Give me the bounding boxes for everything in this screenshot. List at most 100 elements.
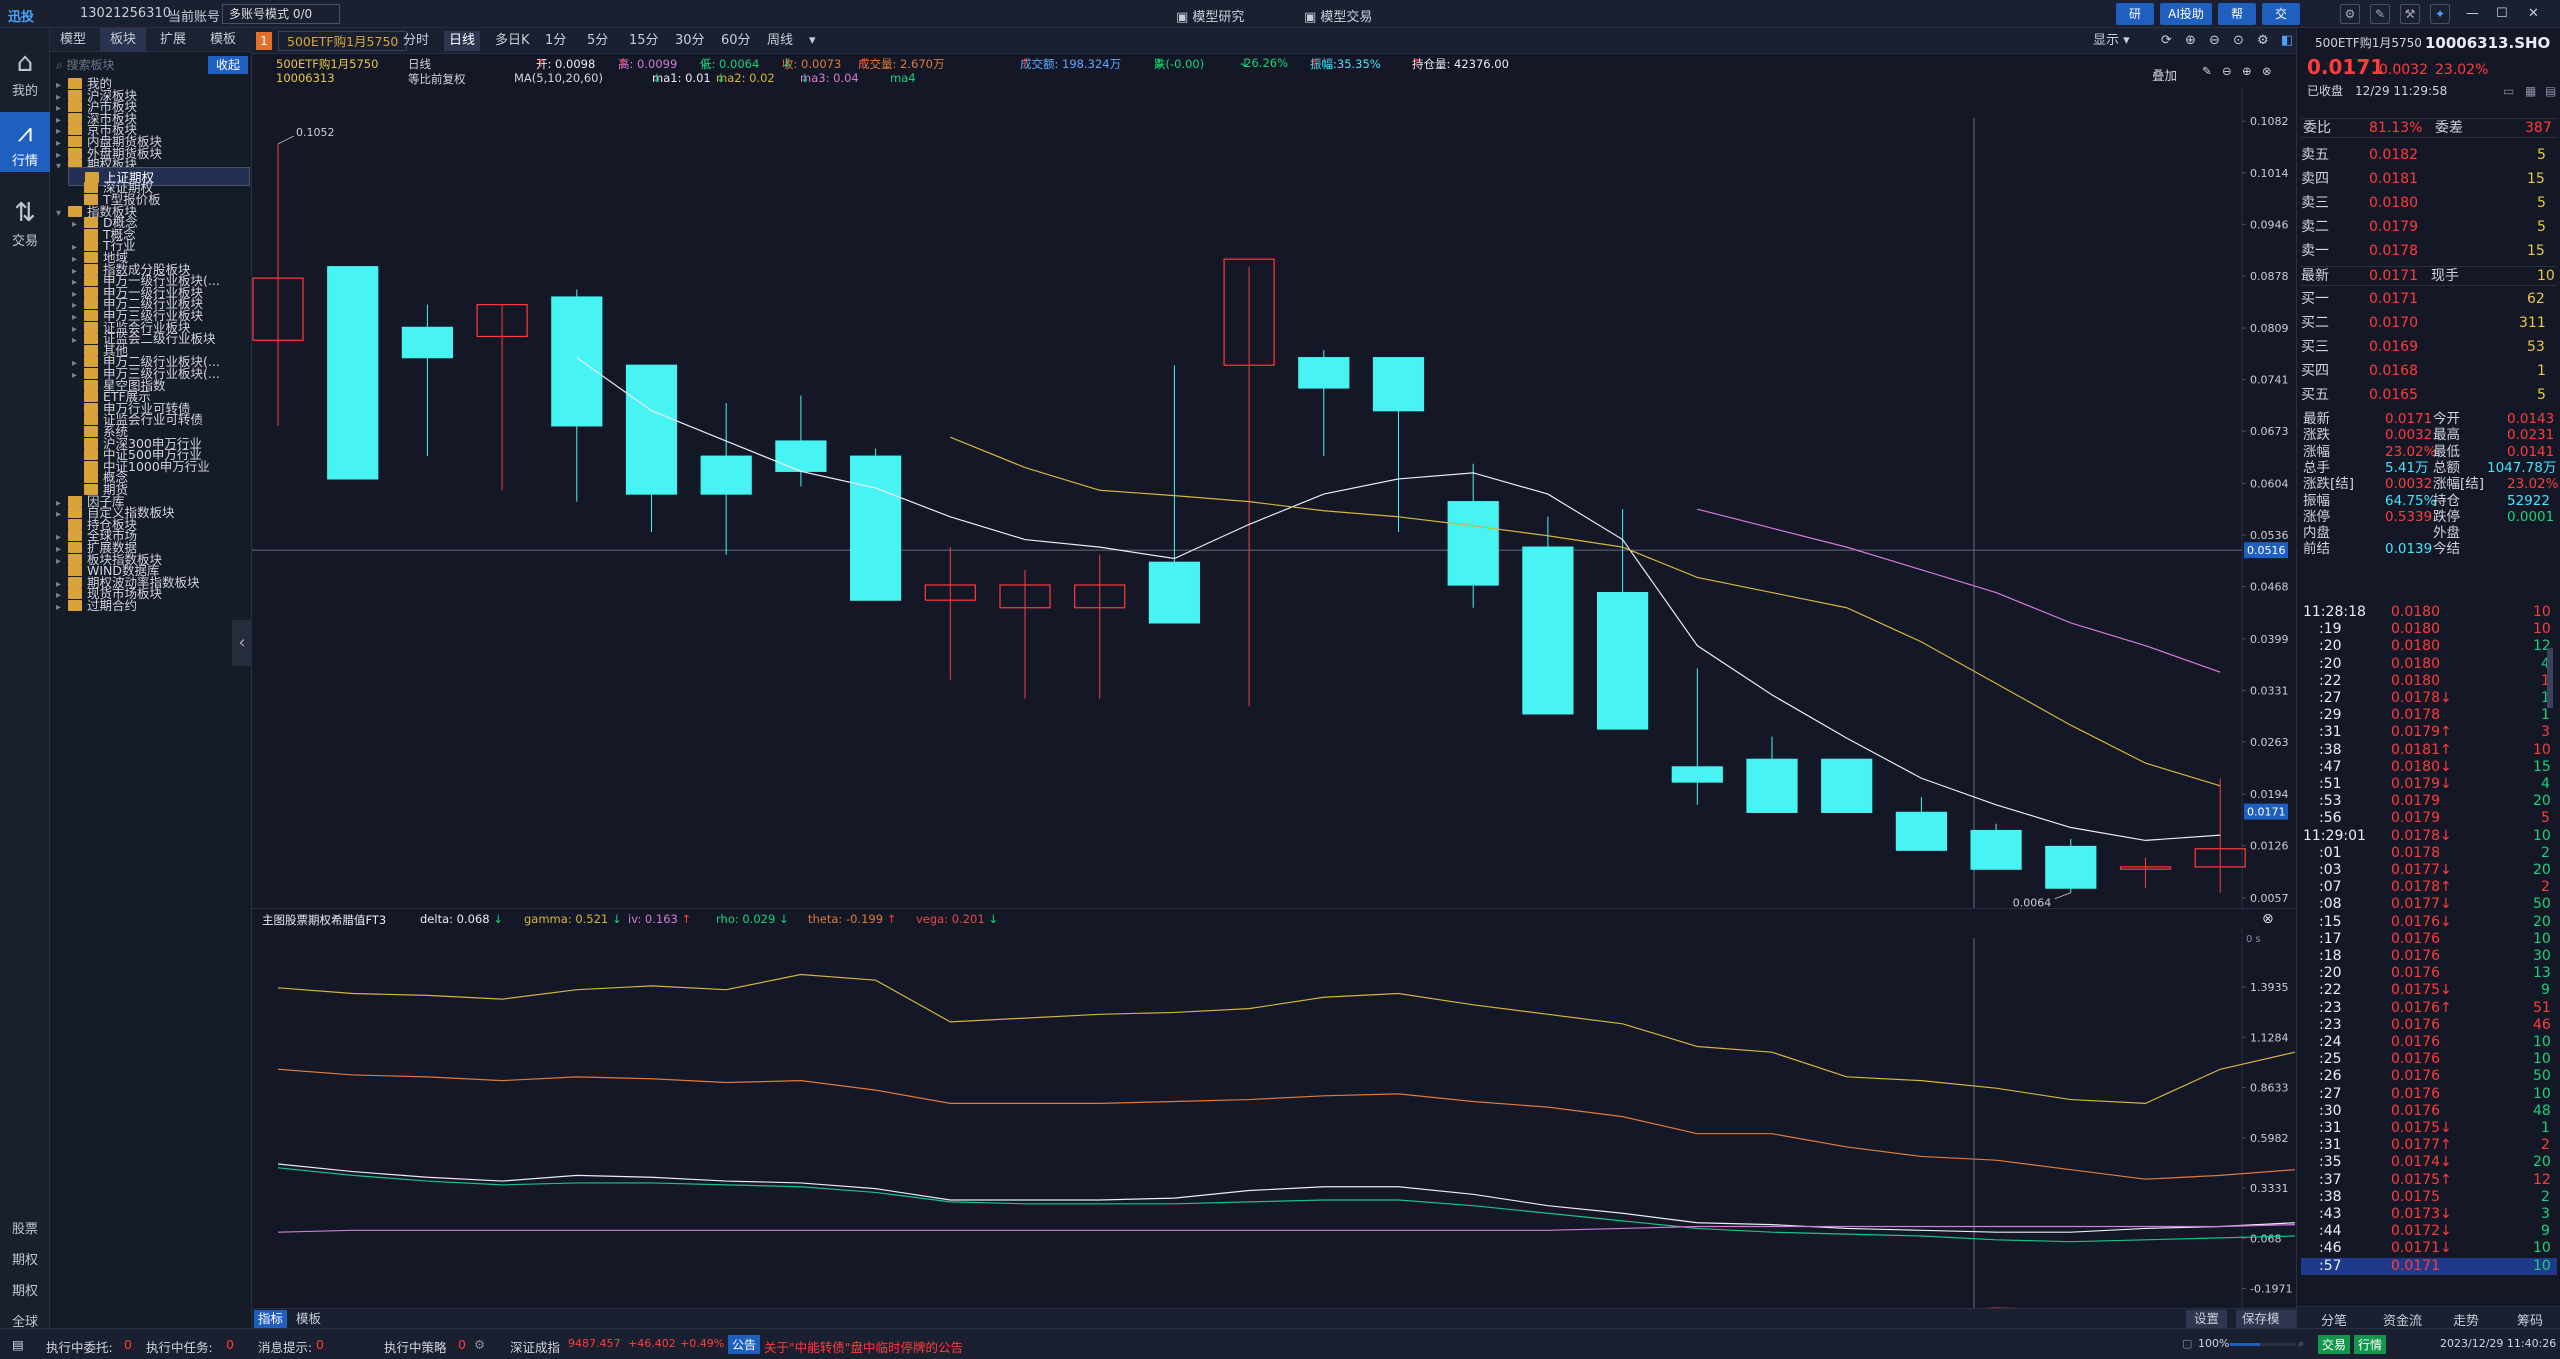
zoom-in-icon[interactable]: ⊕: [2180, 31, 2201, 51]
tree-arrow-icon[interactable]: ▾: [56, 204, 68, 223]
status-window-icon[interactable]: ▢: [2182, 1337, 2192, 1350]
nav-futures[interactable]: 期权: [0, 1249, 50, 1268]
close-icon[interactable]: ✕: [2528, 6, 2539, 21]
stat-label-a: 涨跌[结]: [2303, 476, 2355, 493]
nav-stock[interactable]: 股票: [0, 1218, 50, 1237]
period-tab-daily[interactable]: 日线: [444, 31, 481, 51]
tab-moneyflow[interactable]: 资金流: [2383, 1310, 2422, 1329]
candle-body[interactable]: [1746, 758, 1798, 813]
candle-body[interactable]: [1970, 829, 2022, 870]
period-tab-15min[interactable]: 15分: [624, 31, 664, 51]
period-tab-30min[interactable]: 30分: [670, 31, 710, 51]
trade-button[interactable]: 交易: [2262, 3, 2300, 43]
minimize-icon[interactable]: —: [2466, 6, 2479, 21]
butterfly-icon[interactable]: ✦: [2430, 4, 2450, 24]
candle-body[interactable]: [1895, 811, 1948, 851]
candle-body[interactable]: [849, 455, 902, 601]
maximize-icon[interactable]: ☐: [2496, 6, 2508, 21]
status-quote-button[interactable]: 行情: [2354, 1335, 2387, 1354]
tab-trend[interactable]: 走势: [2453, 1310, 2479, 1329]
period-tab-intraday[interactable]: 分时: [398, 31, 434, 51]
help-button[interactable]: 帮助: [2218, 3, 2256, 43]
zoom-out-icon[interactable]: ⊖: [2204, 31, 2225, 51]
tab-ticks[interactable]: 分笔: [2321, 1310, 2347, 1329]
plus-circle-icon[interactable]: ⊕: [2242, 64, 2252, 78]
more-icon[interactable]: ▤: [2545, 82, 2556, 100]
display-dropdown[interactable]: 显示 ▾: [2088, 31, 2135, 51]
model-trade-icon: ▣: [1304, 10, 1321, 25]
candle-body[interactable]: [1447, 501, 1499, 586]
candle-body[interactable]: [1821, 758, 1873, 813]
period-more-dropdown[interactable]: ▾: [804, 31, 821, 51]
candle-body[interactable]: [401, 326, 453, 359]
candle-body[interactable]: [1148, 561, 1201, 624]
tree-search-input[interactable]: ⌕ 搜索板块: [56, 56, 206, 74]
period-tab-1min[interactable]: 1分: [540, 31, 571, 51]
candle-body[interactable]: [1596, 591, 1649, 730]
refresh-icon[interactable]: ⟳: [2156, 31, 2177, 51]
candle-body[interactable]: [1522, 546, 1574, 715]
msg-icon[interactable]: ▭: [2503, 82, 2514, 100]
tool-icon[interactable]: ⚒: [2400, 4, 2420, 24]
zoom-slider[interactable]: [2230, 1343, 2296, 1346]
tree-arrow-icon[interactable]: ▸: [56, 598, 68, 617]
window-settings-icon[interactable]: ⚙: [2252, 31, 2274, 51]
layout-icon[interactable]: ◧: [2276, 31, 2298, 51]
candle-body[interactable]: [2045, 845, 2097, 889]
tree-tab-template[interactable]: 模板: [200, 28, 246, 52]
bottom-tab-template[interactable]: 模板: [292, 1310, 325, 1328]
nav-options[interactable]: 期权: [0, 1280, 50, 1299]
zoom-search-icon[interactable]: ⌕: [2298, 1337, 2304, 1351]
instrument-title-tab[interactable]: 500ETF购1月5750: [278, 31, 408, 51]
period-tab-weekly[interactable]: 周线: [762, 31, 798, 51]
minus-circle-icon[interactable]: ⊖: [2222, 64, 2232, 78]
announcement-badge[interactable]: 公告: [728, 1335, 761, 1354]
research-report-button[interactable]: 研报: [2116, 3, 2154, 43]
tick-scrollbar[interactable]: [2547, 648, 2553, 708]
settings-icon[interactable]: ⚙: [2340, 4, 2360, 24]
announcement-text[interactable]: 关于"中能转债"盘中临时停牌的公告: [764, 1337, 963, 1356]
status-trade-button[interactable]: 交易: [2318, 1335, 2351, 1354]
candle-body[interactable]: [327, 266, 379, 480]
period-tab-5min[interactable]: 5分: [582, 31, 613, 51]
status-menu-icon[interactable]: ▤: [12, 1337, 24, 1352]
tree-tab-model[interactable]: 模型: [50, 28, 96, 52]
tree-collapse-button[interactable]: 收起: [208, 56, 248, 74]
sub-close-icon[interactable]: ⊗: [2262, 911, 2274, 927]
tree-tab-sector[interactable]: 板块: [100, 28, 147, 52]
draw-icon[interactable]: ✎: [2202, 64, 2212, 78]
ai-assist-button[interactable]: AI投助: [2160, 3, 2212, 25]
candle-body[interactable]: [700, 455, 752, 495]
period-tab-60min[interactable]: 60分: [716, 31, 756, 51]
candle-body[interactable]: [1671, 766, 1723, 783]
model-trade-tab[interactable]: ▣ 模型交易: [1304, 6, 1372, 25]
candle-body[interactable]: [625, 364, 678, 495]
overlay-button[interactable]: 叠加: [2152, 65, 2177, 84]
close-circle-icon[interactable]: ⊗: [2262, 64, 2272, 78]
settings-button[interactable]: 设置: [2186, 1310, 2228, 1328]
edit-icon[interactable]: ✎: [2370, 4, 2390, 24]
candlestick-chart[interactable]: 0.1082 0.1014 0.0946 0.0878 0.0809 0.0741 0.06…: [252, 88, 2296, 908]
nav-quotes[interactable]: ⩘ 行情: [0, 112, 50, 172]
candle-body[interactable]: [551, 296, 603, 427]
nav-trade[interactable]: ⇅ 交易: [0, 192, 50, 252]
candle-body[interactable]: [1298, 357, 1350, 389]
greeks-chart[interactable]: 1.3935 1.1284 0.8633 0.5982 0.3331 0.068 -0.19…: [252, 928, 2296, 1336]
panel-collapse-handle[interactable]: ‹: [232, 620, 252, 666]
period-tab-multiday[interactable]: 多日K: [490, 31, 535, 51]
nav-mine[interactable]: ⌂ 我的: [0, 42, 50, 102]
tree-arrow-icon[interactable]: ▾: [56, 157, 68, 176]
candle-body[interactable]: [1372, 357, 1425, 412]
account-mode-select[interactable]: 多账号模式 0/0: [222, 4, 340, 24]
restore-icon[interactable]: ⊙: [2228, 31, 2249, 51]
bottom-tab-indicator[interactable]: 指标: [254, 1310, 288, 1328]
grid-icon[interactable]: ▦: [2525, 82, 2536, 100]
tree-tab-extend[interactable]: 扩展: [150, 28, 196, 52]
status-strategy-icon[interactable]: ⚙: [474, 1337, 485, 1352]
model-research-tab[interactable]: ▣ 模型研究: [1176, 6, 1244, 25]
tick-price: 0.0181↑: [2391, 741, 2452, 758]
tab-chips[interactable]: 筹码: [2517, 1310, 2543, 1329]
tree-row[interactable]: ▸ 过期合约: [52, 596, 250, 615]
save-template-button[interactable]: 保存模板: [2236, 1310, 2296, 1344]
candle-body[interactable]: [775, 440, 827, 472]
